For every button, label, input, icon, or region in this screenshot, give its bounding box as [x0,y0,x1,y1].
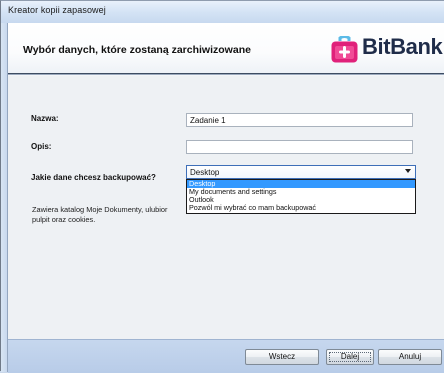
description-input[interactable] [186,140,413,154]
backup-data-selected: Desktop [190,168,220,177]
next-button[interactable]: Dalej [326,349,374,365]
backup-data-select[interactable]: Desktop [186,165,416,179]
wizard-footer: Wstecz Dalej Anuluj [8,339,444,373]
next-button-label: Dalej [340,352,360,361]
chevron-down-icon[interactable] [405,169,411,173]
wizard-header: Wybór danych, które zostaną zarchiwizowa… [8,23,444,74]
title-bar[interactable]: Kreator kopii zapasowej [1,1,444,24]
description-label: Opis: [31,142,52,151]
wizard-main: Nazwa: Zadanie 1 Opis: Jakie dane chcesz… [8,76,444,339]
name-label: Nazwa: [31,114,59,123]
backup-data-description: Zawiera katalog Moje Dokumenty, ulubior … [32,205,192,225]
backup-wizard-window: Kreator kopii zapasowej Wybór danych, kt… [0,0,444,373]
cancel-button[interactable]: Anuluj [378,349,442,365]
backup-data-options: Desktop My documents and settings Outloo… [186,179,416,214]
backup-data-option-my-documents[interactable]: My documents and settings [187,188,415,196]
backup-data-option-custom[interactable]: Pozwól mi wybrać co mam backupować [187,204,415,212]
window-title: Kreator kopii zapasowej [8,5,106,15]
bitbank-logo-icon [331,36,358,63]
backup-data-description-line: Zawiera katalog Moje Dokumenty, ulubior [32,205,168,214]
bitbank-logo-text: BitBank [362,34,443,59]
wizard-content: Wybór danych, które zostaną zarchiwizowa… [8,23,444,373]
bitbank-logo: BitBank [331,34,444,64]
backup-data-option-desktop[interactable]: Desktop [187,180,415,188]
page-title: Wybór danych, które zostaną zarchiwizowa… [23,44,251,56]
name-input[interactable]: Zadanie 1 [186,113,413,127]
back-button[interactable]: Wstecz [245,349,319,365]
backup-data-label: Jakie dane chcesz backupować? [31,173,156,182]
backup-data-option-outlook[interactable]: Outlook [187,196,415,204]
backup-data-description-line: pulpit oraz cookies. [32,215,96,224]
